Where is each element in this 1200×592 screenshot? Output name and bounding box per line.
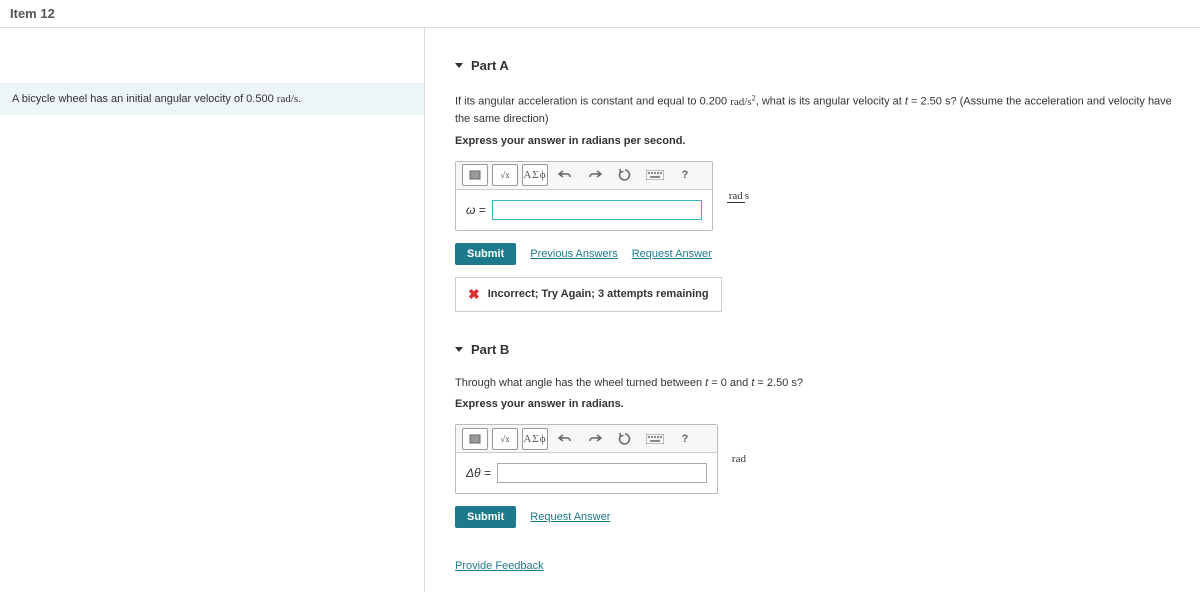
reset-icon[interactable] [612, 164, 638, 186]
left-column: A bicycle wheel has an initial angular v… [0, 28, 425, 592]
incorrect-x-icon: ✖ [468, 286, 480, 303]
rectangle-tool-icon[interactable] [462, 428, 488, 450]
keyboard-icon[interactable] [642, 164, 668, 186]
part-a-question: If its angular acceleration is constant … [455, 91, 1175, 129]
part-a-request-answer-link[interactable]: Request Answer [632, 248, 712, 260]
part-b-answer-box: √x ΑΣϕ ? [455, 424, 718, 494]
part-b-question: Through what angle has the wheel turned … [455, 375, 1175, 393]
part-a-variable: ω = [466, 203, 486, 217]
part-b-instruct: Express your answer in radians. [455, 398, 1180, 410]
part-b-input[interactable] [497, 463, 707, 483]
part-b-answer-row: Δθ = [456, 453, 717, 493]
part-b-title: Part B [471, 342, 509, 357]
caret-down-icon [455, 63, 463, 68]
caret-down-icon [455, 347, 463, 352]
part-b-submit-button[interactable]: Submit [455, 506, 516, 528]
part-a-header[interactable]: Part A [455, 58, 1180, 73]
undo-icon[interactable] [552, 428, 578, 450]
redo-icon[interactable] [582, 428, 608, 450]
part-a-feedback: ✖ Incorrect; Try Again; 3 attempts remai… [455, 277, 722, 312]
math-tool-icon[interactable]: √x [492, 164, 518, 186]
part-b: Part B Through what angle has the wheel … [455, 342, 1180, 529]
undo-icon[interactable] [552, 164, 578, 186]
part-a-title: Part A [471, 58, 509, 73]
part-a-actions: Submit Previous Answers Request Answer [455, 243, 1180, 265]
part-b-toolbar: √x ΑΣϕ ? [456, 425, 717, 453]
part-a-previous-answers-link[interactable]: Previous Answers [530, 248, 617, 260]
reset-icon[interactable] [612, 428, 638, 450]
main-layout: A bicycle wheel has an initial angular v… [0, 28, 1200, 592]
part-b-header[interactable]: Part B [455, 342, 1180, 357]
topbar: Item 12 [0, 0, 1200, 28]
problem-statement: A bicycle wheel has an initial angular v… [0, 83, 424, 115]
rectangle-tool-icon[interactable] [462, 164, 488, 186]
math-tool-icon[interactable]: √x [492, 428, 518, 450]
item-number: Item 12 [10, 6, 55, 21]
part-b-unit: rad [732, 453, 746, 465]
keyboard-icon[interactable] [642, 428, 668, 450]
part-b-variable: Δθ = [466, 466, 491, 480]
part-a-submit-button[interactable]: Submit [455, 243, 516, 265]
greek-templates-button[interactable]: ΑΣϕ [522, 428, 548, 450]
part-b-request-answer-link[interactable]: Request Answer [530, 511, 610, 523]
part-a-input[interactable] [492, 200, 702, 220]
part-a-unit: rads [727, 190, 749, 202]
part-a: Part A If its angular acceleration is co… [455, 58, 1180, 312]
part-a-feedback-text: Incorrect; Try Again; 3 attempts remaini… [488, 288, 709, 300]
part-a-answer-box: √x ΑΣϕ ? [455, 161, 713, 231]
part-b-actions: Submit Request Answer [455, 506, 1180, 528]
part-a-toolbar: √x ΑΣϕ ? [456, 162, 712, 190]
right-column: Part A If its angular acceleration is co… [425, 28, 1200, 592]
help-icon[interactable]: ? [672, 164, 698, 186]
provide-feedback-link[interactable]: Provide Feedback [455, 560, 544, 572]
provide-feedback-row: Provide Feedback [455, 558, 1180, 572]
part-a-answer-row: ω = [456, 190, 712, 230]
redo-icon[interactable] [582, 164, 608, 186]
greek-templates-button[interactable]: ΑΣϕ [522, 164, 548, 186]
part-a-instruct: Express your answer in radians per secon… [455, 135, 1180, 147]
help-icon[interactable]: ? [672, 428, 698, 450]
